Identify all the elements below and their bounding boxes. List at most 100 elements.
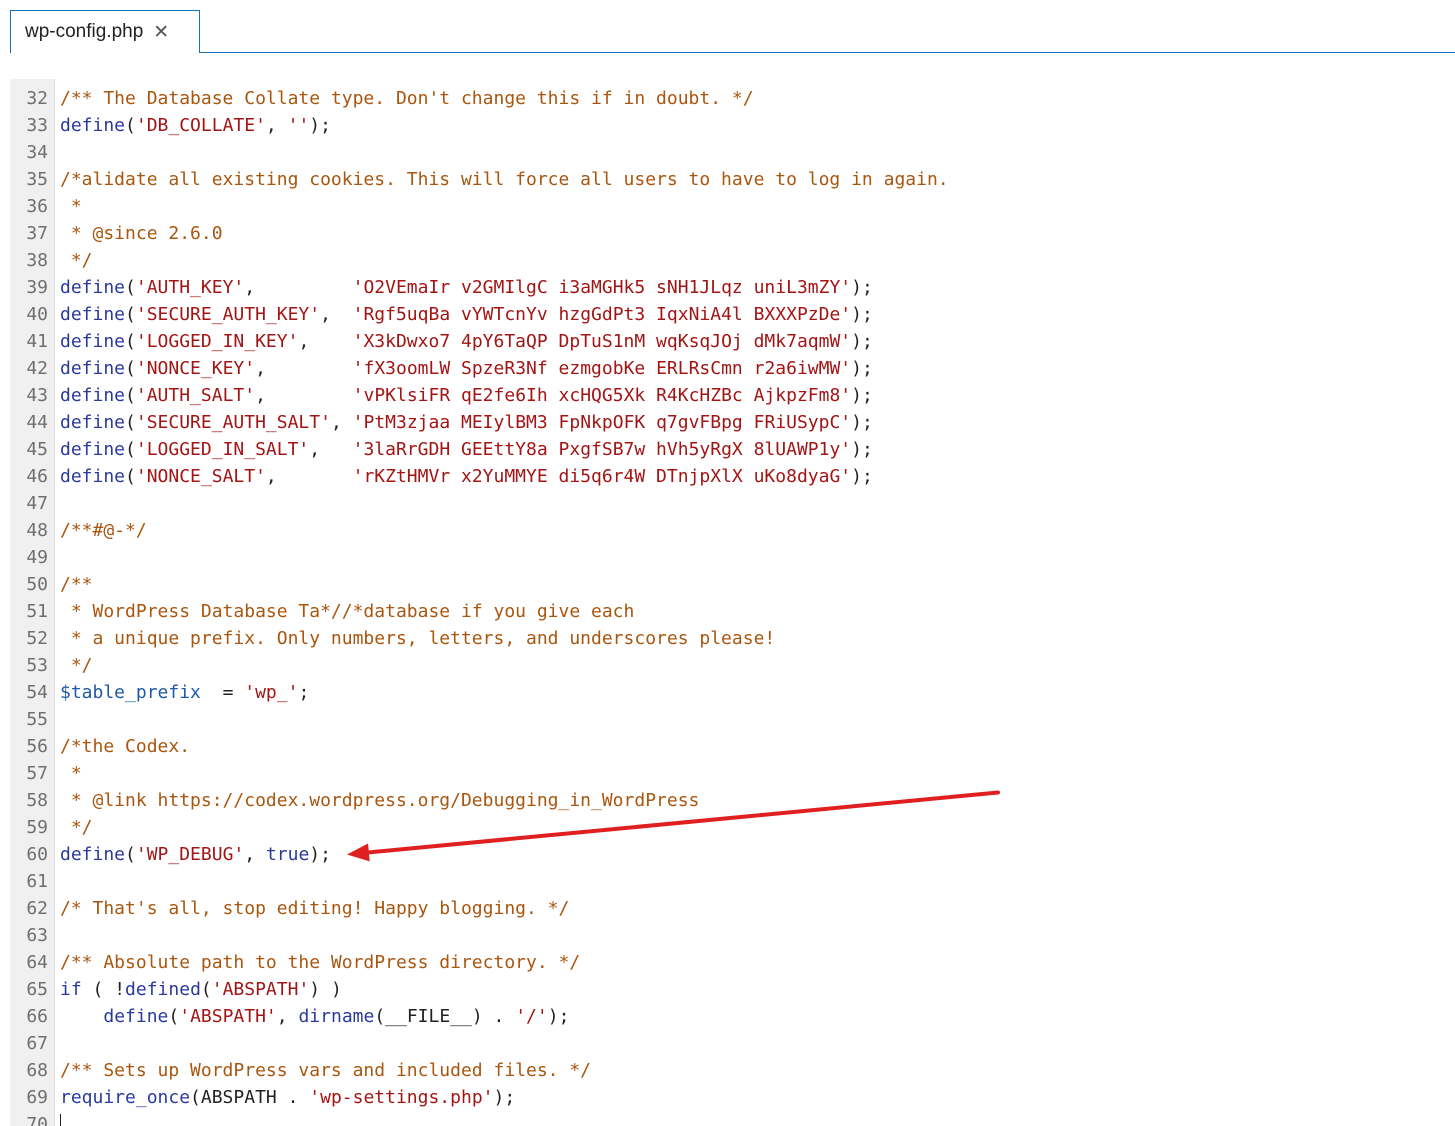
line-number: 49 bbox=[26, 547, 48, 568]
token-comment: * a unique prefix. Only numbers, letters… bbox=[60, 628, 776, 649]
token-comment: /*the Codex. bbox=[60, 736, 191, 757]
code-line[interactable]: 64 /** Absolute path to the WordPress dir… bbox=[10, 949, 1455, 976]
code-line[interactable]: 42 define('NONCE_KEY', 'fX3oomLW SpzeR3Nf… bbox=[10, 355, 1455, 382]
code-line[interactable]: 68 /** Sets up WordPress vars and include… bbox=[10, 1057, 1455, 1084]
token-string: 'LOGGED_IN_SALT' bbox=[135, 439, 310, 460]
token-plain: ); bbox=[493, 1087, 516, 1108]
code-line[interactable]: 67 bbox=[10, 1030, 1455, 1057]
code-line[interactable]: 53 */ bbox=[10, 652, 1455, 679]
line-number: 53 bbox=[26, 655, 48, 676]
token-plain: ( bbox=[125, 439, 136, 460]
code-line[interactable]: 40 define('SECURE_AUTH_KEY', 'Rgf5uqBa vY… bbox=[10, 301, 1455, 328]
code-line[interactable]: 41 define('LOGGED_IN_KEY', 'X3kDwxo7 4pY6… bbox=[10, 328, 1455, 355]
line-number: 42 bbox=[26, 358, 48, 379]
code-line[interactable]: 59 */ bbox=[10, 814, 1455, 841]
token-plain: , bbox=[298, 331, 353, 352]
code-line[interactable]: 56 /*the Codex. bbox=[10, 733, 1455, 760]
code-line[interactable]: 50 /** bbox=[10, 571, 1455, 598]
token-comment: * @link https://codex.wordpress.org/Debu… bbox=[60, 790, 700, 811]
line-code: * WordPress Database Ta*//*database if y… bbox=[60, 598, 635, 625]
token-plain: ( bbox=[125, 412, 136, 433]
line-number: 52 bbox=[26, 628, 48, 649]
token-keyword: define bbox=[60, 277, 126, 298]
token-plain: ( bbox=[125, 358, 136, 379]
token-plain: = bbox=[200, 682, 245, 703]
code-line[interactable]: 66 define('ABSPATH', dirname(__FILE__) .… bbox=[10, 1003, 1455, 1030]
code-line[interactable]: 44 define('SECURE_AUTH_SALT', 'PtM3zjaa M… bbox=[10, 409, 1455, 436]
token-plain: , bbox=[309, 439, 353, 460]
line-number: 39 bbox=[26, 277, 48, 298]
line-number: 33 bbox=[26, 115, 48, 136]
token-plain: ); bbox=[851, 466, 873, 487]
token-comment: /**#@-*/ bbox=[60, 520, 147, 541]
token-comment: * @since 2.6.0 bbox=[60, 223, 223, 244]
code-line[interactable]: 34 bbox=[10, 139, 1455, 166]
code-line[interactable]: 36 * bbox=[10, 193, 1455, 220]
token-keyword: define bbox=[60, 304, 126, 325]
line-code: define('NONCE_SALT', 'rKZtHMVr x2YuMMYE … bbox=[60, 463, 873, 490]
code-editor[interactable]: 32 /** The Database Collate type. Don't c… bbox=[10, 79, 1455, 1126]
line-code: */ bbox=[60, 814, 93, 841]
token-plain: ( bbox=[125, 304, 136, 325]
token-string: 'X3kDwxo7 4pY6TaQP DpTuS1nM wqKsqJOj dMk… bbox=[352, 331, 852, 352]
line-number: 67 bbox=[26, 1033, 48, 1054]
code-line[interactable]: 43 define('AUTH_SALT', 'vPKlsiFR qE2fe6Ih… bbox=[10, 382, 1455, 409]
code-line[interactable]: 70 bbox=[10, 1111, 1455, 1126]
code-line[interactable]: 39 define('AUTH_KEY', 'O2VEmaIr v2GMIlgC … bbox=[10, 274, 1455, 301]
code-line[interactable]: 32 /** The Database Collate type. Don't c… bbox=[10, 85, 1455, 112]
code-line[interactable]: 33 define('DB_COLLATE', ''); bbox=[10, 112, 1455, 139]
token-string: 'LOGGED_IN_KEY' bbox=[135, 331, 299, 352]
code-line[interactable]: 37 * @since 2.6.0 bbox=[10, 220, 1455, 247]
line-number: 54 bbox=[26, 682, 48, 703]
token-plain: (__FILE__) . bbox=[374, 1006, 516, 1027]
token-comment: /** Absolute path to the WordPress direc… bbox=[60, 952, 581, 973]
token-string: 'AUTH_SALT' bbox=[135, 385, 256, 406]
line-code: /*the Codex. bbox=[60, 733, 190, 760]
token-keyword: if bbox=[60, 979, 82, 1000]
code-line[interactable]: 61 bbox=[10, 868, 1455, 895]
close-icon[interactable]: ✕ bbox=[153, 21, 169, 44]
code-line[interactable]: 52 * a unique prefix. Only numbers, lett… bbox=[10, 625, 1455, 652]
line-code: * bbox=[60, 193, 82, 220]
code-line[interactable]: 69 require_once(ABSPATH . 'wp-settings.ph… bbox=[10, 1084, 1455, 1111]
token-keyword: define bbox=[60, 115, 126, 136]
code-line[interactable]: 45 define('LOGGED_IN_SALT', '3laRrGDH GEE… bbox=[10, 436, 1455, 463]
line-number: 61 bbox=[26, 871, 48, 892]
code-line[interactable]: 46 define('NONCE_SALT', 'rKZtHMVr x2YuMMY… bbox=[10, 463, 1455, 490]
token-plain: ); bbox=[851, 358, 873, 379]
code-line[interactable]: 65 if ( !defined('ABSPATH') ) bbox=[10, 976, 1455, 1003]
token-string: 'AUTH_KEY' bbox=[135, 277, 245, 298]
token-string: 'DB_COLLATE' bbox=[135, 115, 266, 136]
line-number: 68 bbox=[26, 1060, 48, 1081]
code-line[interactable]: 62 /* That's all, stop editing! Happy blo… bbox=[10, 895, 1455, 922]
code-line[interactable]: 58 * @link https://codex.wordpress.org/D… bbox=[10, 787, 1455, 814]
tab-wp-config[interactable]: wp-config.php ✕ bbox=[10, 10, 200, 53]
code-line[interactable]: 47 bbox=[10, 490, 1455, 517]
line-code: define('ABSPATH', dirname(__FILE__) . '/… bbox=[60, 1003, 569, 1030]
code-line[interactable]: 51 * WordPress Database Ta*//*database i… bbox=[10, 598, 1455, 625]
line-number: 35 bbox=[26, 169, 48, 190]
code-line[interactable]: 54 $table_prefix = 'wp_'; bbox=[10, 679, 1455, 706]
token-comment: */ bbox=[60, 817, 93, 838]
line-number: 57 bbox=[26, 763, 48, 784]
line-code: define('SECURE_AUTH_KEY', 'Rgf5uqBa vYWT… bbox=[60, 301, 873, 328]
code-line[interactable]: 35 /*alidate all existing cookies. This w… bbox=[10, 166, 1455, 193]
code-line[interactable]: 48 /**#@-*/ bbox=[10, 517, 1455, 544]
code-line[interactable]: 63 bbox=[10, 922, 1455, 949]
token-plain: ); bbox=[851, 331, 873, 352]
token-plain: , bbox=[276, 1006, 299, 1027]
line-code: /* That's all, stop editing! Happy blogg… bbox=[60, 895, 569, 922]
line-number: 43 bbox=[26, 385, 48, 406]
token-keyword: define bbox=[60, 466, 126, 487]
code-line[interactable]: 49 bbox=[10, 544, 1455, 571]
line-number: 45 bbox=[26, 439, 48, 460]
tab-title: wp-config.php bbox=[25, 21, 144, 42]
code-line[interactable]: 38 */ bbox=[10, 247, 1455, 274]
token-keyword: define bbox=[60, 358, 126, 379]
code-line[interactable]: 60 define('WP_DEBUG', true); bbox=[10, 841, 1455, 868]
token-plain: , bbox=[244, 844, 266, 865]
code-line[interactable]: 55 bbox=[10, 706, 1455, 733]
code-line[interactable]: 57 * bbox=[10, 760, 1455, 787]
token-plain: ); bbox=[851, 439, 873, 460]
